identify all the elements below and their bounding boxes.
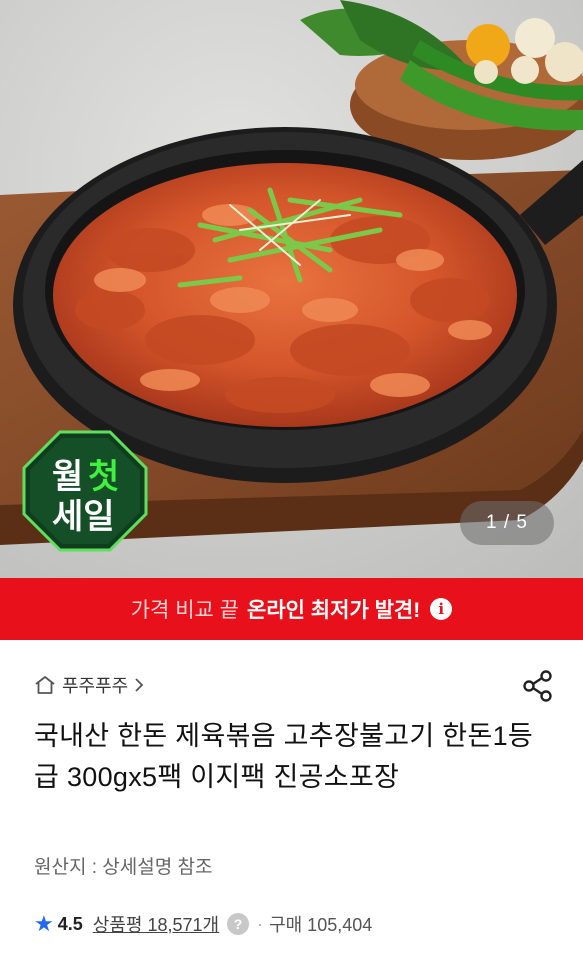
image-page-counter: 1 / 5 xyxy=(460,501,554,545)
purchase-count: 구매 105,404 xyxy=(269,915,373,935)
info-icon[interactable]: i xyxy=(430,598,453,620)
store-name: 푸주푸주 xyxy=(62,676,129,696)
home-icon xyxy=(35,676,55,694)
chevron-right-icon xyxy=(135,678,144,692)
share-icon xyxy=(523,670,552,702)
badge-text-sale: 세일 xyxy=(52,497,115,537)
badge-text-cheot: 첫 xyxy=(88,457,119,497)
lowest-price-banner[interactable]: 가격 비교 끝 온라인 최저가 발견! i xyxy=(0,578,583,640)
store-link[interactable]: 푸주푸주 xyxy=(34,670,144,700)
review-count-link[interactable]: 상품평 18,571개 xyxy=(93,911,219,937)
promo-text-lowest: 온라인 최저가 발견! xyxy=(247,599,421,622)
separator-dot: · xyxy=(257,913,264,934)
product-title: 국내산 한돈 제육볶음 고추장불고기 한돈1등급 300gx5팩 이지팩 진공소… xyxy=(34,721,534,792)
star-icon: ★ xyxy=(34,911,54,936)
rating-score: 4.5 xyxy=(57,913,83,934)
question-icon[interactable]: ? xyxy=(227,913,250,935)
badge-text-wol: 월 xyxy=(52,457,83,497)
rating-row: ★ 4.5 상품평 18,571개 ? · 구매 105,404 xyxy=(34,908,372,940)
monthly-first-sale-badge: 월 첫 세일 xyxy=(22,430,148,552)
promo-text-compare: 가격 비교 끝 xyxy=(130,599,240,622)
product-origin: 원산지 : 상세설명 참조 xyxy=(34,857,213,878)
share-button[interactable] xyxy=(520,668,556,704)
product-image-carousel[interactable]: 월 첫 세일 1 / 5 xyxy=(0,0,583,578)
